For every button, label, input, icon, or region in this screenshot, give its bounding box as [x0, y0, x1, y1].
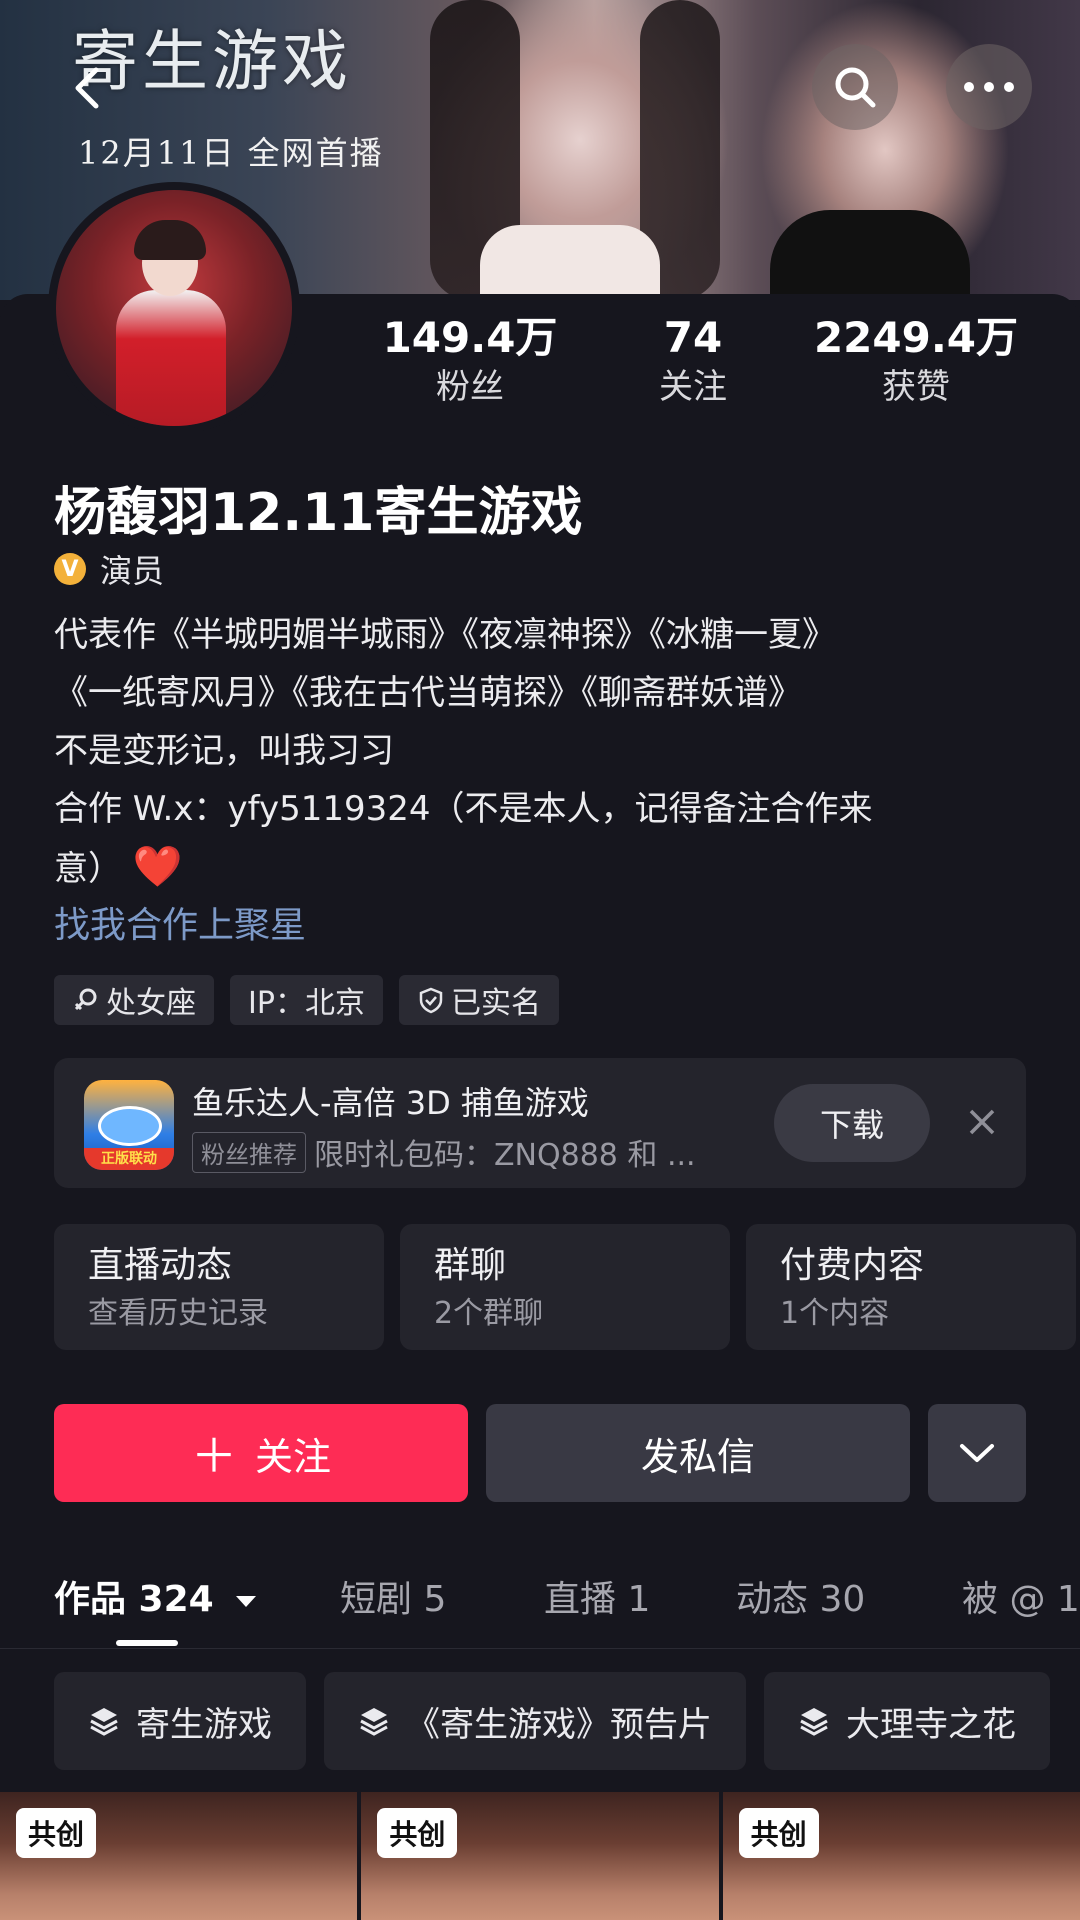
chip-collection[interactable]: 寄生游戏 [54, 1672, 306, 1770]
follow-button[interactable]: ＋ 关注 [54, 1404, 468, 1502]
profile-name: 杨馥羽12.11寄生游戏 [54, 483, 583, 543]
stat-value: 74 [663, 313, 723, 362]
business-link[interactable]: 找我合作上聚星 [54, 896, 306, 948]
divider [0, 1648, 1080, 1649]
verified-role: V 演员 [54, 546, 164, 592]
bio-line: 合作 W.x：yfy5119324（不是本人，记得备注合作来 [54, 789, 873, 829]
poster-subtitle: 12月11日 全网首播 [78, 134, 384, 172]
tab-short-drama[interactable]: 短剧 5 [340, 1570, 446, 1622]
tab-works[interactable]: 作品 324 [54, 1570, 258, 1622]
game-app-icon: 正版联动 [84, 1080, 174, 1170]
caret-down-icon [236, 1596, 257, 1607]
search-button[interactable] [812, 44, 898, 130]
search-icon [835, 67, 876, 108]
female-symbol-icon [74, 988, 97, 1011]
chip-collection[interactable]: 《寄生游戏》预告片 [324, 1672, 746, 1770]
tag-ip: IP：北京 [230, 975, 383, 1025]
game-ad-card[interactable]: 正版联动 鱼乐达人-高倍 3D 捕鱼游戏 粉丝推荐 限时礼包码：ZNQ888 和… [54, 1058, 1026, 1188]
more-button[interactable] [946, 44, 1032, 130]
ad-subtitle: 粉丝推荐 限时礼包码：ZNQ888 和 ... [192, 1130, 696, 1174]
bio-line: 意） ❤️ [54, 844, 183, 890]
verified-badge-icon: V [54, 553, 86, 585]
video-thumbnail[interactable]: 共创 [0, 1792, 358, 1920]
ad-title: 鱼乐达人-高倍 3D 捕鱼游戏 [192, 1084, 589, 1122]
chip-collection[interactable]: 大理寺之花 [764, 1672, 1050, 1770]
avatar[interactable] [48, 182, 300, 434]
bio-line: 不是变形记，叫我习习 [54, 731, 394, 771]
ad-badge: 粉丝推荐 [192, 1131, 306, 1173]
video-thumbnail[interactable]: 共创 [361, 1792, 719, 1920]
card-live-history[interactable]: 直播动态 查看历史记录 [54, 1224, 384, 1350]
chevron-left-icon [75, 67, 99, 109]
stat-value: 2249.4万 [813, 313, 1019, 362]
stat-likes[interactable]: 2249.4万 获赞 [806, 312, 1026, 410]
expand-button[interactable] [928, 1404, 1026, 1502]
profile-tags: 处女座 IP：北京 已实名 [54, 975, 559, 1025]
bio-line: 《一纸寄风月》《我在古代当萌探》《聊斋群妖谱》 [54, 673, 802, 713]
close-icon [969, 1109, 995, 1135]
shield-check-icon [419, 987, 443, 1014]
collection-chips: 寄生游戏 《寄生游戏》预告片 大理寺之花 [54, 1672, 1050, 1770]
content-tabs: 作品 324 短剧 5 直播 1 动态 30 被 @ 1 [0, 1560, 1080, 1650]
stat-following[interactable]: 74 关注 [583, 312, 803, 410]
heart-emoji: ❤️ [132, 844, 183, 890]
more-horizontal-icon [964, 82, 1014, 92]
video-grid: 共创 共创 共创 [0, 1792, 1080, 1920]
profile-bio: 代表作《半城明媚半城雨》《夜凛神探》《冰糖一夏》 《一纸寄风月》《我在古代当萌探… [54, 606, 1034, 898]
tab-mentions[interactable]: 被 @ 1 [962, 1570, 1080, 1622]
close-ad-button[interactable] [954, 1094, 1010, 1150]
co-creation-badge: 共创 [377, 1808, 458, 1858]
role-label: 演员 [100, 552, 165, 590]
card-group-chat[interactable]: 群聊 2个群聊 [400, 1224, 730, 1350]
video-thumbnail[interactable]: 共创 [722, 1792, 1080, 1920]
tab-indicator [116, 1640, 178, 1646]
tag-zodiac: 处女座 [54, 975, 214, 1025]
tab-live[interactable]: 直播 1 [544, 1570, 650, 1622]
layers-icon [360, 1708, 388, 1736]
tab-posts[interactable]: 动态 30 [736, 1570, 865, 1622]
layers-icon [800, 1708, 828, 1736]
bio-line: 代表作《半城明媚半城雨》《夜凛神探》《冰糖一夏》 [54, 615, 836, 655]
plus-icon: ＋ [190, 1429, 237, 1483]
co-creation-badge: 共创 [738, 1808, 819, 1858]
stat-label: 关注 [659, 367, 727, 407]
co-creation-badge: 共创 [16, 1808, 97, 1858]
back-button[interactable] [60, 60, 116, 116]
stat-followers[interactable]: 149.4万 粉丝 [360, 312, 580, 410]
card-paid-content[interactable]: 付费内容 1个内容 [746, 1224, 1076, 1350]
stat-value: 149.4万 [382, 313, 558, 362]
tag-verified: 已实名 [398, 975, 559, 1025]
layers-icon [90, 1708, 118, 1736]
stat-label: 获赞 [882, 367, 950, 407]
message-button[interactable]: 发私信 [486, 1404, 910, 1502]
download-button[interactable]: 下载 [774, 1084, 930, 1162]
feature-cards: 直播动态 查看历史记录 群聊 2个群聊 付费内容 1个内容 [54, 1224, 1076, 1350]
chevron-down-icon [960, 1444, 994, 1462]
stat-label: 粉丝 [436, 367, 504, 407]
